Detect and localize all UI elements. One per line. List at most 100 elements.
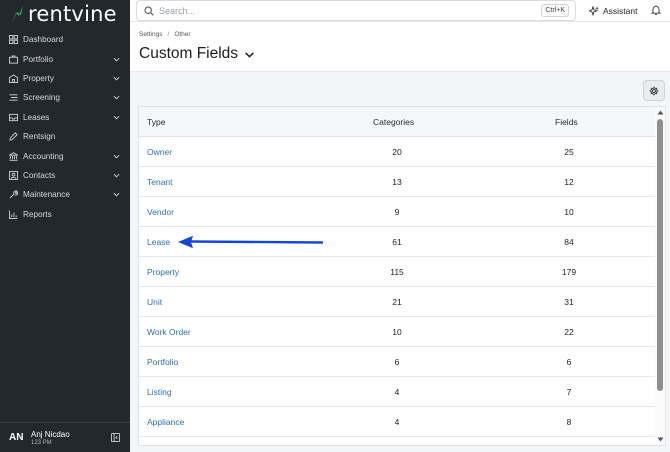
table-row: Work Order 10 22 bbox=[139, 317, 655, 347]
search-input[interactable] bbox=[159, 3, 519, 18]
type-link-portfolio[interactable]: Portfolio bbox=[147, 357, 178, 367]
briefcase-icon bbox=[9, 55, 18, 64]
table-row: Portfolio 6 6 bbox=[139, 347, 655, 377]
sidebar-item-screening[interactable]: Screening bbox=[0, 88, 130, 107]
sidebar-item-leases[interactable]: Leases bbox=[0, 108, 130, 127]
chevron-down-icon bbox=[113, 154, 120, 159]
fields-count: 10 bbox=[564, 207, 574, 217]
table-row: Tenant 13 12 bbox=[139, 167, 655, 197]
rentvine-leaf-icon bbox=[12, 5, 23, 23]
categories-count: 20 bbox=[392, 147, 402, 157]
rentvine-logo[interactable]: rentvine bbox=[10, 2, 117, 26]
fields-count: 6 bbox=[566, 357, 572, 367]
fields-count: 25 bbox=[564, 147, 574, 157]
notification-bell-icon[interactable] bbox=[651, 5, 661, 15]
sidebar-item-label: Contacts bbox=[23, 170, 56, 180]
sidebar-item-label: Rentsign bbox=[23, 132, 56, 142]
table-row: Property 115 179 bbox=[139, 257, 655, 287]
chevron-down-icon bbox=[113, 76, 120, 81]
table-settings-button[interactable] bbox=[643, 80, 665, 101]
gear-icon bbox=[649, 86, 659, 95]
dashboard-icon bbox=[9, 35, 18, 45]
user-profile[interactable]: AN Anj Nicdao 123 PM bbox=[0, 422, 130, 452]
sidebar-item-accounting[interactable]: Accounting bbox=[0, 146, 130, 165]
type-link-work-order[interactable]: Work Order bbox=[147, 327, 191, 337]
sidebar-item-reports[interactable]: Reports bbox=[0, 205, 130, 224]
fields-count: 31 bbox=[564, 297, 574, 307]
type-link-unit[interactable]: Unit bbox=[147, 297, 162, 307]
list-icon bbox=[9, 94, 18, 102]
table-row: Unit 21 31 bbox=[139, 287, 655, 317]
categories-count: 61 bbox=[392, 237, 402, 247]
type-link-vendor[interactable]: Vendor bbox=[147, 207, 174, 217]
sidebar-collapse-icon[interactable] bbox=[111, 433, 120, 442]
page-title: Custom Fields bbox=[139, 45, 239, 62]
sidebar-item-label: Dashboard bbox=[23, 35, 64, 45]
type-link-tenant[interactable]: Tenant bbox=[147, 177, 173, 187]
breadcrumb-other[interactable]: Other bbox=[174, 31, 190, 38]
table-row: Appliance 4 8 bbox=[139, 407, 655, 437]
assistant-label: Assistant bbox=[603, 5, 638, 16]
sidebar-item-contacts[interactable]: Contacts bbox=[0, 166, 130, 185]
search-bar[interactable]: Ctrl+K bbox=[136, 0, 576, 21]
breadcrumb-settings[interactable]: Settings bbox=[139, 31, 163, 38]
fields-count: 8 bbox=[566, 417, 572, 427]
categories-count: 4 bbox=[394, 417, 400, 427]
sidebar-item-label: Screening bbox=[23, 93, 60, 103]
type-link-lease[interactable]: Lease bbox=[147, 237, 170, 247]
chevron-down-icon bbox=[113, 173, 120, 178]
user-name: Anj Nicdao bbox=[31, 429, 70, 439]
column-header-categories[interactable]: Categories bbox=[373, 117, 414, 127]
chevron-down-icon bbox=[113, 57, 120, 62]
categories-count: 6 bbox=[394, 357, 400, 367]
categories-count: 21 bbox=[392, 297, 402, 307]
chevron-down-icon bbox=[113, 193, 120, 197]
chart-icon bbox=[9, 210, 18, 219]
sidebar-item-label: Leases bbox=[23, 112, 50, 122]
type-link-listing[interactable]: Listing bbox=[147, 387, 172, 397]
user-info: Anj Nicdao 123 PM bbox=[31, 430, 111, 446]
scroll-down-arrow-icon[interactable] bbox=[657, 437, 664, 442]
type-link-property[interactable]: Property bbox=[147, 267, 179, 277]
fields-count: 84 bbox=[564, 237, 574, 247]
table-body: Owner 20 25 Tenant 13 12 Vendor 9 10 Lea… bbox=[139, 137, 655, 437]
table-row: Vendor 9 10 bbox=[139, 197, 655, 227]
column-header-fields[interactable]: Fields bbox=[555, 117, 578, 127]
table-scrollbar[interactable] bbox=[655, 107, 665, 445]
scroll-up-arrow-icon[interactable] bbox=[657, 110, 664, 115]
assistant-button[interactable]: Assistant bbox=[585, 2, 642, 19]
type-link-owner[interactable]: Owner bbox=[147, 147, 172, 157]
sidebar-item-property[interactable]: Property bbox=[0, 69, 130, 88]
sidebar-item-rentsign[interactable]: Rentsign bbox=[0, 127, 130, 146]
fields-count: 7 bbox=[566, 387, 572, 397]
avatar: AN bbox=[9, 432, 24, 443]
fields-count: 22 bbox=[564, 327, 574, 337]
categories-count: 9 bbox=[394, 207, 400, 217]
sidebar-nav: Dashboard Portfolio Property Screening L… bbox=[0, 30, 130, 224]
sidebar-item-label: Portfolio bbox=[23, 54, 54, 64]
sidebar-item-dashboard[interactable]: Dashboard bbox=[0, 30, 130, 49]
breadcrumb-separator: / bbox=[167, 31, 170, 38]
sidebar-item-label: Reports bbox=[23, 209, 52, 219]
sidebar-item-maintenance[interactable]: Maintenance bbox=[0, 185, 130, 204]
bank-icon bbox=[9, 151, 18, 161]
scrollbar-thumb[interactable] bbox=[657, 119, 663, 391]
categories-count: 115 bbox=[390, 267, 404, 277]
table-header: Type Categories Fields bbox=[139, 107, 655, 137]
chevron-down-icon bbox=[113, 96, 120, 100]
wrench-icon bbox=[9, 190, 18, 199]
type-link-appliance[interactable]: Appliance bbox=[147, 417, 184, 427]
sidebar-item-label: Maintenance bbox=[23, 190, 70, 200]
categories-count: 13 bbox=[392, 177, 402, 187]
page-title-dropdown[interactable]: Custom Fields bbox=[139, 45, 255, 63]
custom-fields-table: Type Categories Fields Owner 20 25 Tenan… bbox=[138, 106, 666, 446]
breadcrumb: Settings / Other bbox=[139, 31, 191, 38]
sidebar-item-portfolio[interactable]: Portfolio bbox=[0, 49, 130, 68]
column-header-type[interactable]: Type bbox=[147, 117, 165, 127]
sidebar-item-label: Accounting bbox=[23, 151, 64, 161]
search-icon bbox=[144, 6, 154, 16]
inbox-icon bbox=[9, 113, 18, 121]
sidebar: rentvine Dashboard Portfolio Property Sc… bbox=[0, 0, 130, 452]
fields-count: 12 bbox=[564, 177, 574, 187]
pen-icon bbox=[9, 132, 18, 141]
